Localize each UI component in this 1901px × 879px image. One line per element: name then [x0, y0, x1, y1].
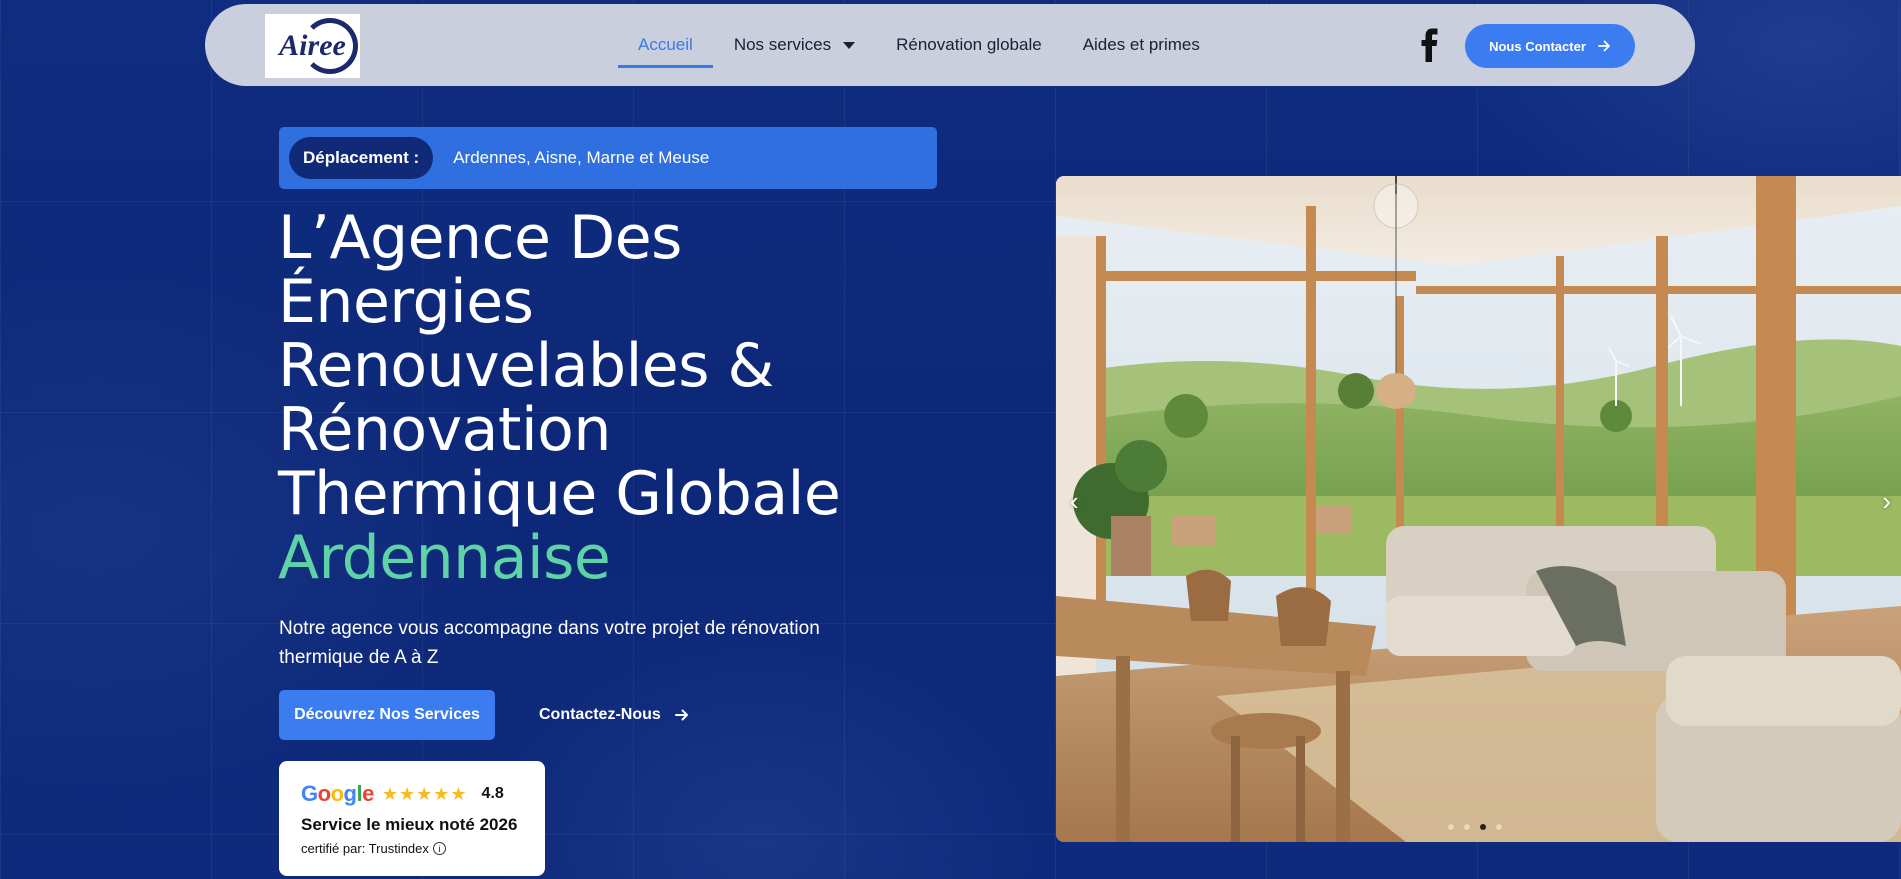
arrow-right-icon	[674, 709, 688, 721]
nav-item-label: Rénovation globale	[896, 35, 1042, 54]
review-title: Service le mieux noté 2026	[301, 815, 518, 834]
discover-services-label: Découvrez Nos Services	[294, 706, 480, 723]
nav-item-accueil[interactable]: Accueil	[618, 4, 713, 86]
facebook-icon[interactable]	[1418, 28, 1442, 62]
hero-image-slider: ‹ ›	[1056, 176, 1901, 842]
caret-down-icon	[843, 41, 856, 49]
slider-dot[interactable]	[1464, 824, 1470, 830]
nav-item-label: Accueil	[638, 35, 693, 54]
review-certified-text: certifié par: Trustindex	[301, 841, 429, 856]
contact-button-label: Nous Contacter	[1489, 38, 1586, 54]
google-review-badge[interactable]: Google ★★★★★ 4.8 Service le mieux noté 2…	[279, 761, 545, 876]
nav-item-renovation[interactable]: Rénovation globale	[896, 4, 1042, 86]
main-navbar: Airee Accueil Nos services Rénovation gl…	[205, 4, 1695, 86]
hero-title: L’Agence Des Énergies Renouvelables & Ré…	[278, 206, 958, 590]
google-logo: Google	[301, 781, 374, 806]
nav-menu: Accueil Nos services Rénovation globale …	[618, 4, 1241, 86]
hero-title-line: Thermique Globale	[278, 459, 841, 529]
hero-subtitle: Notre agence vous accompagne dans votre …	[279, 618, 820, 668]
location-label: Déplacement :	[289, 137, 434, 179]
rating-value: 4.8	[481, 785, 504, 802]
nav-item-aides[interactable]: Aides et primes	[1083, 4, 1200, 86]
review-header: Google ★★★★★ 4.8	[301, 781, 523, 807]
info-icon[interactable]: i	[432, 842, 446, 855]
site-logo[interactable]: Airee	[265, 14, 360, 78]
contact-us-link[interactable]: Contactez-Nous	[539, 690, 689, 740]
logo-text: Airee	[279, 29, 346, 62]
contact-us-label: Contactez-Nous	[539, 706, 661, 723]
rating-stars-icon: ★★★★★	[381, 783, 468, 804]
contact-button[interactable]: Nous Contacter	[1465, 24, 1635, 68]
nav-item-label: Nos services	[733, 35, 832, 54]
chevron-right-icon[interactable]: ›	[1882, 486, 1891, 517]
arrow-right-icon	[1597, 40, 1610, 52]
slider-dot[interactable]	[1448, 824, 1454, 830]
review-certified: certifié par: Trustindex i	[301, 841, 523, 856]
slider-pagination	[1448, 824, 1502, 830]
location-banner: Déplacement : Ardennes, Aisne, Marne et …	[279, 127, 937, 189]
hero-title-line: Rénovation	[278, 395, 611, 465]
hero-title-line: L’Agence Des	[278, 203, 682, 273]
hero-title-line: Énergies	[278, 267, 534, 337]
chevron-left-icon[interactable]: ‹	[1070, 486, 1079, 517]
hero-title-line: Renouvelables &	[278, 331, 774, 401]
nav-item-services[interactable]: Nos services	[733, 4, 856, 86]
living-room-photo	[1056, 176, 1901, 842]
nav-item-label: Aides et primes	[1082, 35, 1200, 54]
location-value: Ardennes, Aisne, Marne et Meuse	[453, 148, 710, 167]
slider-dot[interactable]	[1496, 824, 1502, 830]
slider-dot-active[interactable]	[1480, 824, 1486, 830]
hero-title-accent: Ardennaise	[278, 523, 611, 593]
discover-services-button[interactable]: Découvrez Nos Services	[279, 690, 495, 740]
